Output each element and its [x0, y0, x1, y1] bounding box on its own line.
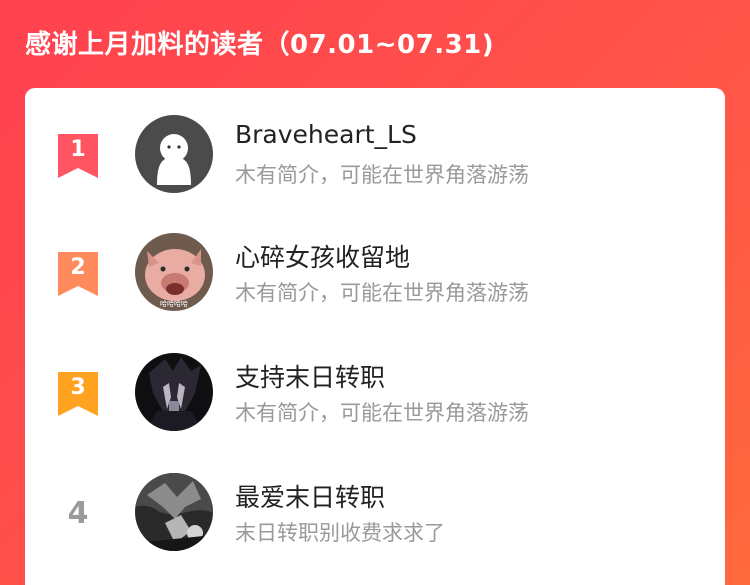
rank-badge: 3	[58, 372, 98, 416]
page-title: 感谢上月加料的读者（07.01~07.31)	[25, 30, 495, 60]
avatar[interactable]	[135, 353, 213, 431]
reader-bio: 木有简介，可能在世界角落游荡	[235, 281, 529, 305]
rank-number: 4	[67, 496, 89, 531]
fantasy-avatar-icon	[135, 473, 213, 551]
reader-name[interactable]: Braveheart_LS	[235, 120, 417, 149]
reader-name[interactable]: 支持末日转职	[235, 358, 385, 394]
rank-badge: 2	[58, 252, 98, 296]
avatar[interactable]	[135, 115, 213, 193]
reader-row[interactable]: 4 最爱末日转职 末日转职别收费求求了	[25, 472, 725, 572]
ghost-avatar-icon	[135, 115, 213, 193]
reader-name[interactable]: 最爱末日转职	[235, 478, 385, 514]
avatar[interactable]: 哈哈哈哈	[135, 233, 213, 311]
rank-number: 2	[70, 255, 86, 280]
reader-bio: 木有简介，可能在世界角落游荡	[235, 401, 529, 425]
reader-bio: 木有简介，可能在世界角落游荡	[235, 163, 529, 187]
pig-avatar-icon: 哈哈哈哈	[135, 233, 213, 311]
reader-name[interactable]: 心碎女孩收留地	[235, 238, 410, 274]
reader-list-card: 1 Braveheart_LS 木有简介，可能在世界角落游荡 2 哈哈哈哈 心碎…	[25, 88, 725, 585]
rank-badge: 1	[58, 134, 98, 178]
rank-number: 3	[70, 375, 86, 400]
reader-bio: 末日转职别收费求求了	[235, 521, 445, 545]
avatar[interactable]	[135, 473, 213, 551]
anime-avatar-icon	[135, 353, 213, 431]
reader-row[interactable]: 3 支持末日转职 木有简介，可能在世界角落游荡	[25, 352, 725, 452]
avatar-caption: 哈哈哈哈	[160, 299, 188, 308]
rank-number: 1	[70, 137, 86, 162]
page: 感谢上月加料的读者（07.01~07.31) 1 Braveheart_LS 木…	[0, 0, 750, 585]
reader-row[interactable]: 1 Braveheart_LS 木有简介，可能在世界角落游荡	[25, 114, 725, 214]
reader-row[interactable]: 2 哈哈哈哈 心碎女孩收留地 木有简介，可能在世界角落游荡	[25, 232, 725, 332]
